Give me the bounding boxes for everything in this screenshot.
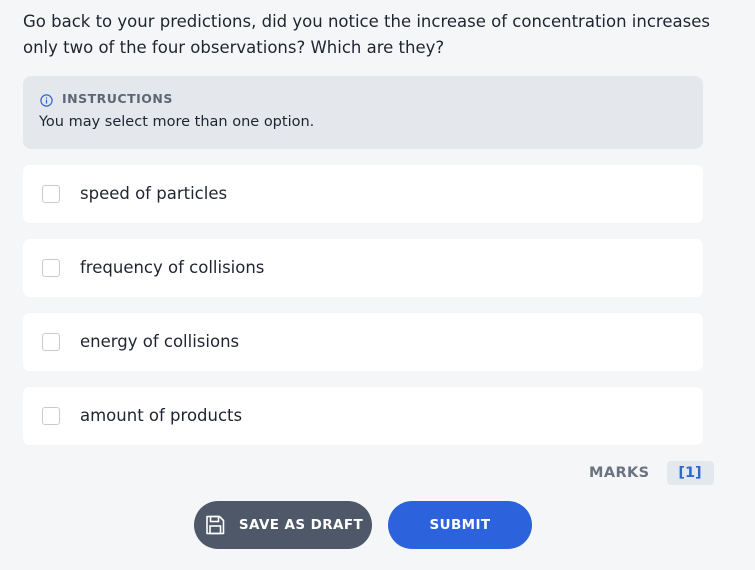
marks-value: [1] bbox=[666, 461, 714, 485]
instructions-panel: INSTRUCTIONS You may select more than on… bbox=[23, 76, 703, 149]
marks-label: MARKS bbox=[589, 465, 650, 481]
submit-label: SUBMIT bbox=[429, 517, 491, 533]
save-icon bbox=[203, 513, 227, 537]
submit-button[interactable]: SUBMIT bbox=[388, 501, 532, 549]
save-as-draft-label: SAVE AS DRAFT bbox=[238, 517, 364, 533]
option-speed-of-particles[interactable]: speed of particles bbox=[23, 165, 703, 223]
instructions-header: INSTRUCTIONS bbox=[40, 91, 173, 107]
option-label: amount of products bbox=[80, 406, 243, 425]
option-checkbox[interactable] bbox=[42, 407, 60, 425]
option-checkbox[interactable] bbox=[42, 259, 60, 277]
instructions-text: You may select more than one option. bbox=[39, 114, 315, 130]
option-checkbox[interactable] bbox=[42, 333, 60, 351]
option-amount-of-products[interactable]: amount of products bbox=[23, 387, 703, 445]
option-checkbox[interactable] bbox=[42, 185, 60, 203]
option-label: energy of collisions bbox=[80, 332, 240, 351]
option-label: speed of particles bbox=[80, 184, 228, 203]
option-frequency-of-collisions[interactable]: frequency of collisions bbox=[23, 239, 703, 297]
question-text: Go back to your predictions, did you not… bbox=[23, 12, 710, 57]
option-label: frequency of collisions bbox=[80, 258, 265, 277]
info-icon bbox=[40, 92, 53, 107]
marks-indicator: MARKS [1] bbox=[589, 461, 714, 485]
instructions-title: INSTRUCTIONS bbox=[62, 91, 173, 106]
save-as-draft-button[interactable]: SAVE AS DRAFT bbox=[194, 501, 372, 549]
option-energy-of-collisions[interactable]: energy of collisions bbox=[23, 313, 703, 371]
